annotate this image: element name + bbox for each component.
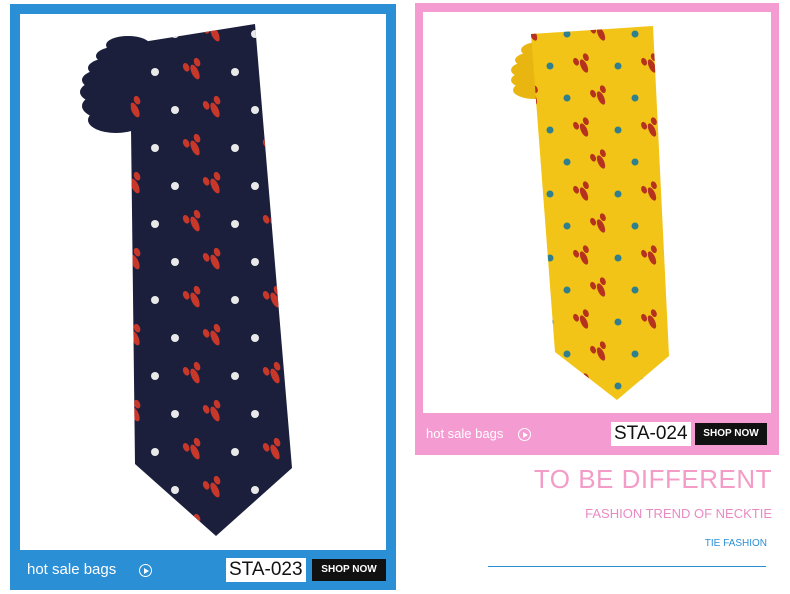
shell-motif — [563, 30, 571, 38]
shell-motif — [171, 334, 179, 342]
shell-motif — [563, 158, 571, 166]
shell-motif — [614, 318, 622, 326]
shell-motif — [563, 94, 571, 102]
shell-motif — [231, 448, 239, 456]
hot-sale-label[interactable]: hot sale bags — [426, 426, 503, 441]
shell-motif — [563, 222, 571, 230]
shell-motif — [151, 448, 159, 456]
shell-motif — [631, 94, 639, 102]
shell-motif — [171, 410, 179, 418]
shell-motif — [231, 144, 239, 152]
shell-motif — [151, 296, 159, 304]
shell-motif — [631, 286, 639, 294]
product-photo-yellow-tie[interactable] — [423, 12, 771, 413]
lobster-motif — [130, 475, 141, 498]
product-code: STA-024 — [611, 422, 691, 446]
shop-now-button[interactable]: SHOP NOW — [695, 423, 767, 445]
shell-motif — [631, 350, 639, 358]
tie-fashion-label: TIE FASHION — [704, 538, 767, 549]
shell-motif — [563, 286, 571, 294]
lobster-motif — [531, 213, 538, 233]
shell-motif — [151, 372, 159, 380]
shell-motif — [251, 30, 259, 38]
shell-motif — [614, 126, 622, 134]
product-photo-navy-tie[interactable] — [20, 14, 386, 550]
yellow-lobster-tie-image — [511, 26, 669, 400]
subhead-fashion-trend: FASHION TREND OF NECKTIE — [585, 506, 772, 521]
shell-motif — [631, 158, 639, 166]
shell-motif — [171, 106, 179, 114]
shell-motif — [151, 220, 159, 228]
lobster-motif — [531, 277, 538, 297]
lobster-motif — [531, 341, 538, 361]
shell-motif — [631, 30, 639, 38]
shell-motif — [614, 190, 622, 198]
lobster-motif — [262, 513, 281, 536]
shop-now-button[interactable]: SHOP NOW — [312, 559, 386, 581]
promo-bar: hot sale bags STA-024 SHOP NOW — [415, 417, 779, 451]
shell-motif — [546, 190, 554, 198]
shell-motif — [231, 68, 239, 76]
shell-motif — [151, 524, 159, 532]
promo-bar: hot sale bags STA-023 SHOP NOW — [10, 552, 396, 588]
shell-motif — [631, 222, 639, 230]
shell-motif — [171, 182, 179, 190]
shell-motif — [546, 62, 554, 70]
shell-motif — [251, 410, 259, 418]
shell-motif — [231, 524, 239, 532]
shell-motif — [563, 350, 571, 358]
play-circle-icon[interactable] — [518, 428, 531, 441]
shell-motif — [231, 220, 239, 228]
product-code: STA-023 — [226, 558, 306, 582]
divider-line — [488, 566, 766, 567]
shell-motif — [171, 258, 179, 266]
play-circle-icon[interactable] — [139, 564, 152, 577]
navy-lobster-tie-image — [80, 24, 292, 536]
shell-motif — [251, 182, 259, 190]
product-card-sta-024[interactable]: hot sale bags STA-024 SHOP NOW — [415, 3, 779, 455]
shell-motif — [614, 382, 622, 390]
shell-motif — [151, 144, 159, 152]
shell-motif — [546, 318, 554, 326]
shell-motif — [171, 30, 179, 38]
shell-motif — [251, 486, 259, 494]
shell-motif — [171, 486, 179, 494]
lobster-motif — [262, 57, 281, 80]
shell-motif — [546, 254, 554, 262]
shell-motif — [546, 126, 554, 134]
hot-sale-label[interactable]: hot sale bags — [27, 561, 116, 578]
shell-motif — [614, 254, 622, 262]
shell-motif — [151, 68, 159, 76]
shell-motif — [231, 296, 239, 304]
product-card-sta-023[interactable]: hot sale bags STA-023 SHOP NOW — [10, 4, 396, 590]
shell-motif — [614, 62, 622, 70]
shell-motif — [251, 106, 259, 114]
tie-body — [130, 24, 292, 536]
headline-to-be-different: TO BE DIFFERENT — [533, 464, 772, 494]
shell-motif — [546, 382, 554, 390]
shell-motif — [251, 258, 259, 266]
shell-motif — [251, 334, 259, 342]
shell-motif — [231, 372, 239, 380]
